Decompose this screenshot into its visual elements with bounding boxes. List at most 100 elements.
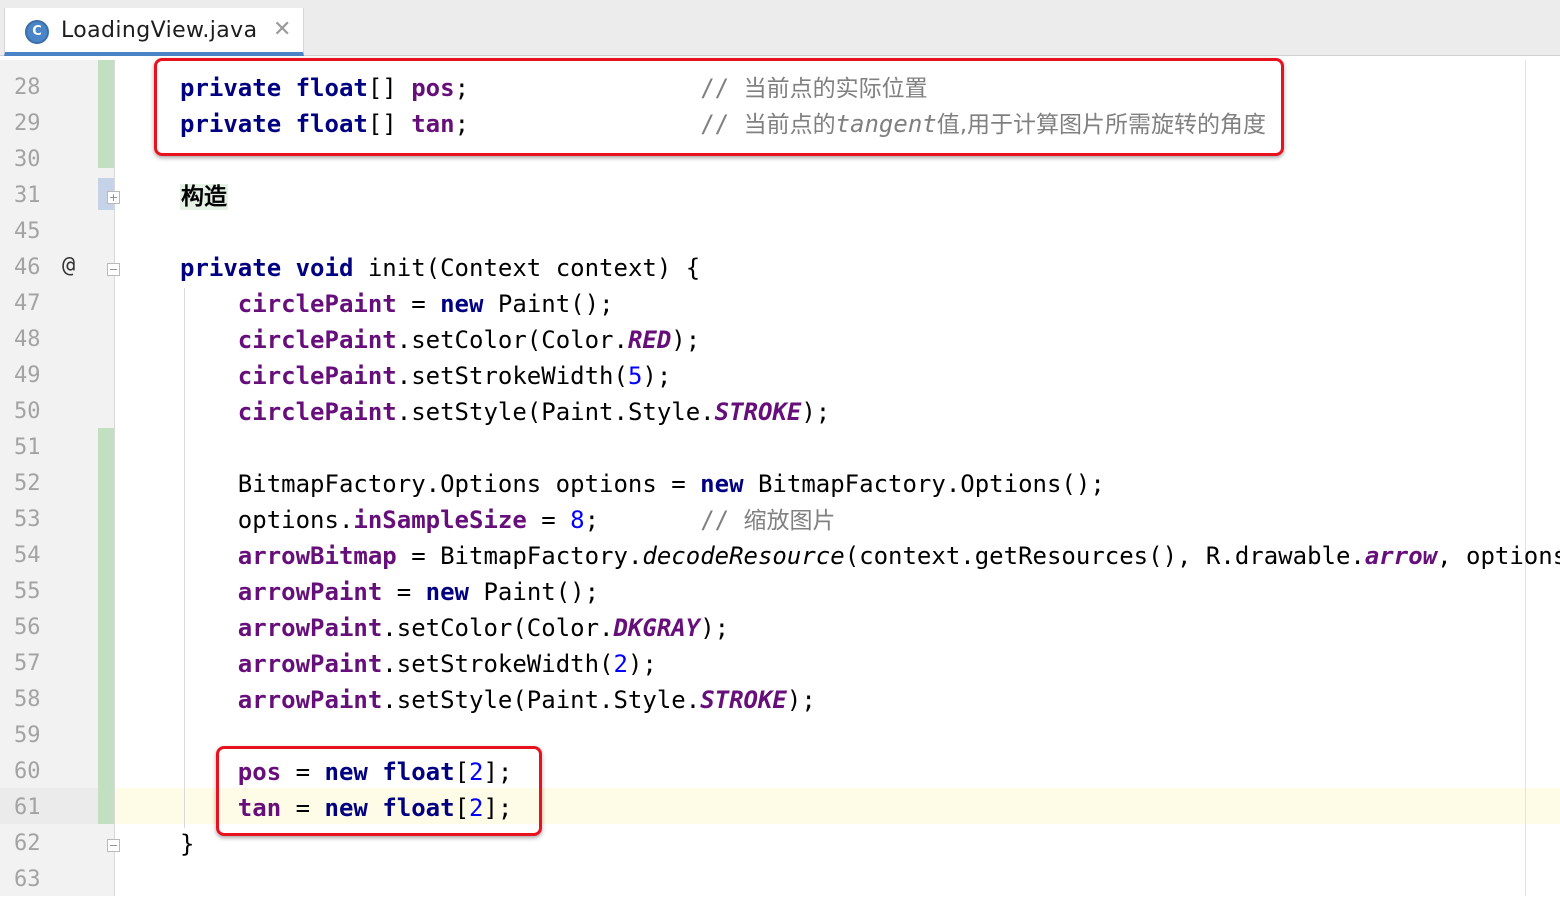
code-token: STROKE — [700, 686, 787, 714]
code-token: .setStyle(Paint.Style. — [396, 398, 715, 426]
line-number: 60 — [14, 759, 41, 784]
code-token: arrowPaint — [237, 614, 383, 642]
code-line[interactable]: 49 circlePaint.setStrokeWidth(5); — [0, 358, 1560, 394]
code-token: ); — [671, 326, 701, 354]
code-token: RED — [627, 326, 672, 354]
code-token: arrowPaint — [237, 578, 383, 606]
line-number: 59 — [14, 723, 41, 748]
code-token: BitmapFactory.Options(); — [743, 470, 1105, 498]
code-token: circlePaint — [237, 398, 397, 426]
line-number: 46 — [14, 255, 41, 280]
close-icon[interactable]: ✕ — [273, 17, 291, 42]
code-token: inSampleSize — [353, 506, 527, 534]
fold-collapse-icon[interactable]: − — [107, 263, 120, 276]
code-line[interactable]: 45 — [0, 214, 1560, 250]
folded-region-label[interactable]: 构造 — [180, 184, 228, 210]
code-line[interactable]: 56 arrowPaint.setColor(Color.DKGRAY); — [0, 610, 1560, 646]
line-number: 55 — [14, 579, 41, 604]
code-token: new — [440, 290, 484, 318]
code-text: } — [180, 826, 194, 862]
code-token: ); — [700, 614, 730, 642]
annotation-box-fields — [154, 58, 1284, 156]
code-line[interactable]: 50 circlePaint.setStyle(Paint.Style.STRO… — [0, 394, 1560, 430]
code-text: private void init(Context context) { — [180, 250, 700, 286]
line-number: 45 — [14, 219, 41, 244]
code-token: BitmapFactory.Options options = — [180, 470, 701, 498]
code-token: } — [180, 830, 195, 858]
code-text: arrowBitmap = BitmapFactory.decodeResour… — [180, 538, 1560, 574]
code-token: , options); — [1437, 542, 1560, 570]
code-token: init(Context context) { — [353, 254, 701, 282]
code-line[interactable]: 58 arrowPaint.setStyle(Paint.Style.STROK… — [0, 682, 1560, 718]
annotation-box-array-init — [216, 746, 542, 836]
code-token: circlePaint — [237, 290, 397, 318]
code-line[interactable]: 53 options.inSampleSize = 8; // 缩放图片 — [0, 502, 1560, 538]
code-token: 缩放图片 — [743, 508, 836, 534]
code-token: = — [526, 506, 571, 534]
code-text: arrowPaint.setStyle(Paint.Style.STROKE); — [180, 682, 816, 718]
code-token: Paint(); — [483, 290, 614, 318]
line-number: 56 — [14, 615, 41, 640]
code-token: 2 — [613, 650, 628, 678]
code-token: ); — [786, 686, 816, 714]
code-token: options. — [180, 506, 354, 534]
fold-expand-icon[interactable]: + — [107, 191, 120, 204]
line-number: 31 — [14, 183, 41, 208]
code-editor[interactable]: 28 private float[] pos; // 当前点的实际位置 29 priv… — [0, 58, 1560, 898]
code-line[interactable]: 46 private void init(Context context) { — [0, 250, 1560, 286]
tab-loadingview-java[interactable]: C LoadingView.java ✕ — [4, 8, 304, 56]
code-token: new — [425, 578, 470, 606]
code-line[interactable]: 47 circlePaint = new Paint(); — [0, 286, 1560, 322]
code-token: circlePaint — [237, 362, 397, 390]
line-number: 52 — [14, 471, 41, 496]
code-token: DKGRAY — [613, 614, 701, 642]
code-token: ); — [801, 398, 831, 426]
code-line[interactable]: 51 — [0, 430, 1560, 466]
line-number: 58 — [14, 687, 41, 712]
code-token: arrowBitmap — [237, 542, 397, 570]
code-text: 构造 — [180, 178, 228, 215]
tab-title: LoadingView.java — [61, 18, 258, 43]
line-number: 51 — [14, 435, 41, 460]
code-token: .setStyle(Paint.Style. — [382, 686, 701, 714]
editor-tab-bar: C LoadingView.java ✕ — [0, 0, 1560, 56]
code-token: void — [295, 254, 354, 282]
code-token: decodeResource — [642, 542, 845, 570]
line-number: 62 — [14, 831, 41, 856]
code-text: circlePaint.setColor(Color.RED); — [180, 322, 700, 358]
code-token: ); — [642, 362, 672, 390]
line-number: 29 — [14, 111, 41, 136]
code-line[interactable]: 31 构造 — [0, 178, 1560, 214]
code-text: circlePaint.setStyle(Paint.Style.STROKE)… — [180, 394, 830, 430]
code-token: STROKE — [714, 398, 802, 426]
code-line[interactable]: 63 — [0, 862, 1560, 898]
code-line[interactable]: 55 arrowPaint = new Paint(); — [0, 574, 1560, 610]
code-text: arrowPaint.setColor(Color.DKGRAY); — [180, 610, 729, 646]
code-line[interactable]: 52 BitmapFactory.Options options = new B… — [0, 466, 1560, 502]
code-token: = — [382, 578, 426, 606]
code-token: (context.getResources(), R.drawable. — [844, 542, 1365, 570]
line-number: 57 — [14, 651, 41, 676]
override-marker-icon[interactable]: @ — [62, 248, 75, 284]
code-text: circlePaint = new Paint(); — [180, 286, 614, 322]
fold-end-icon[interactable]: − — [107, 839, 120, 852]
code-token: ); — [627, 650, 657, 678]
code-token: = BitmapFactory. — [396, 542, 643, 570]
code-token: arrow — [1364, 542, 1438, 570]
code-line[interactable]: 57 arrowPaint.setStrokeWidth(2); — [0, 646, 1560, 682]
code-token: .setStrokeWidth( — [382, 650, 614, 678]
code-token: arrowPaint — [237, 686, 383, 714]
code-line[interactable]: 54 arrowBitmap = BitmapFactory.decodeRes… — [0, 538, 1560, 574]
line-number: 61 — [14, 795, 41, 820]
code-line[interactable]: 48 circlePaint.setColor(Color.RED); — [0, 322, 1560, 358]
java-class-icon: C — [25, 20, 49, 44]
